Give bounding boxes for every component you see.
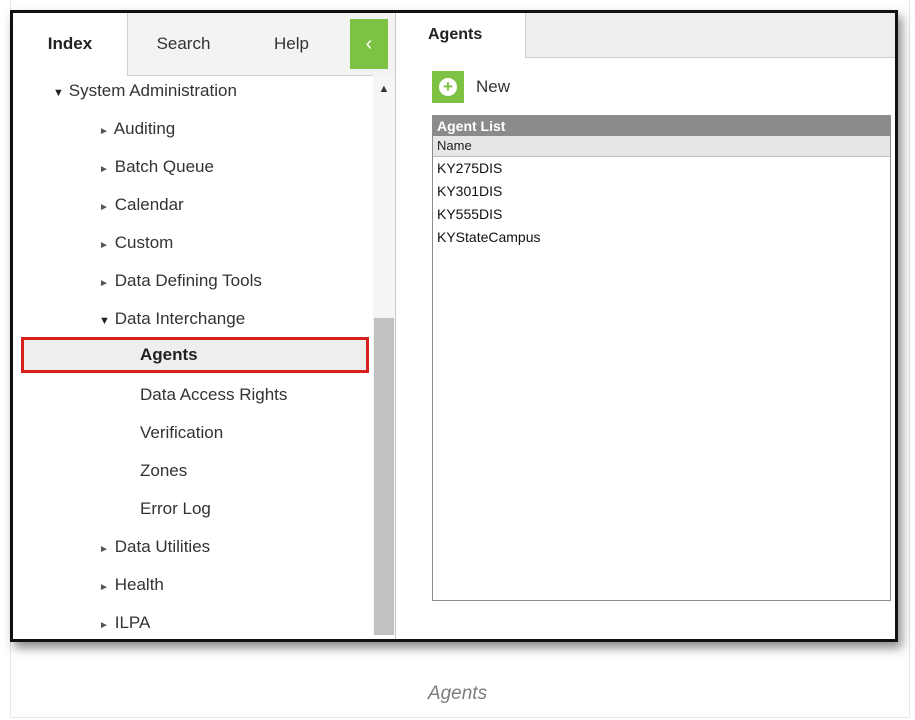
tree-item-zones[interactable]: Zones	[140, 458, 187, 484]
nav-tree: ▼ System Administration ► Auditing ► Bat…	[13, 75, 373, 635]
expanded-arrow-icon: ▼	[99, 315, 110, 327]
tree-item-label: Custom	[114, 233, 174, 252]
collapsed-arrow-icon: ►	[99, 582, 109, 593]
tree-item-label: System Administration	[68, 81, 237, 100]
column-header-name[interactable]: Name	[433, 136, 890, 157]
collapsed-arrow-icon: ►	[99, 544, 109, 555]
tree-item-custom[interactable]: ► Custom	[99, 230, 173, 256]
tree-item-label: Batch Queue	[114, 157, 214, 176]
table-row[interactable]: KY555DIS	[433, 203, 890, 226]
tree-item-data-utilities[interactable]: ► Data Utilities	[99, 534, 210, 560]
collapsed-arrow-icon: ►	[99, 202, 109, 213]
expanded-arrow-icon: ▼	[53, 87, 64, 99]
tree-item-label: Data Defining Tools	[114, 271, 262, 290]
nav-scrollbar[interactable]: ▲	[373, 75, 395, 635]
collapsed-arrow-icon: ►	[99, 240, 109, 251]
table-row[interactable]: KY301DIS	[433, 180, 890, 203]
content-panel: Agents + New Agent List Name KY275DIS KY…	[396, 13, 895, 639]
chevron-left-icon: ‹	[365, 33, 373, 55]
tab-help[interactable]: Help	[239, 13, 344, 75]
tree-root-system-administration[interactable]: ▼ System Administration	[53, 78, 237, 104]
tree-item-verification[interactable]: Verification	[140, 420, 223, 446]
tree-item-label: Calendar	[114, 195, 184, 214]
tree-item-data-interchange[interactable]: ▼ Data Interchange	[99, 306, 245, 332]
tree-item-agents[interactable]: Agents	[140, 342, 198, 368]
tree-item-label: Auditing	[113, 119, 176, 138]
scroll-up-arrow-icon[interactable]: ▲	[373, 83, 395, 95]
tree-item-label: Data Interchange	[114, 309, 246, 328]
tree-item-data-defining-tools[interactable]: ► Data Defining Tools	[99, 268, 262, 294]
collapsed-arrow-icon: ►	[99, 164, 109, 175]
tree-item-health[interactable]: ► Health	[99, 572, 164, 598]
tab-agents[interactable]: Agents	[396, 13, 526, 58]
nav-tab-bar: Index Search Help ‹	[13, 13, 395, 76]
collapse-panel-button[interactable]: ‹	[350, 19, 388, 69]
tree-item-ilpa[interactable]: ► ILPA	[99, 610, 150, 636]
image-caption: Agents	[427, 683, 488, 704]
left-nav-panel: Index Search Help ‹ ▼ System Administrat…	[13, 13, 396, 639]
content-tab-bar: Agents	[396, 13, 895, 58]
table-row[interactable]: KY275DIS	[433, 157, 890, 180]
tree-item-data-access-rights[interactable]: Data Access Rights	[140, 382, 287, 408]
add-icon: +	[432, 71, 464, 103]
tree-item-label: Data Utilities	[114, 537, 211, 556]
tree-item-auditing[interactable]: ► Auditing	[99, 116, 175, 142]
collapsed-arrow-icon: ►	[99, 620, 109, 631]
tree-item-label: ILPA	[114, 613, 151, 632]
tree-item-calendar[interactable]: ► Calendar	[99, 192, 184, 218]
tab-search[interactable]: Search	[131, 13, 236, 75]
screenshot-frame: Index Search Help ‹ ▼ System Administrat…	[10, 10, 898, 642]
table-row[interactable]: KYStateCampus	[433, 226, 890, 249]
collapsed-arrow-icon: ►	[99, 278, 109, 289]
tab-index[interactable]: Index	[13, 13, 128, 76]
tree-item-error-log[interactable]: Error Log	[140, 496, 211, 522]
scrollbar-thumb[interactable]	[374, 318, 394, 635]
agent-list-table: Agent List Name KY275DIS KY301DIS KY555D…	[432, 115, 891, 601]
tree-item-batch-queue[interactable]: ► Batch Queue	[99, 154, 214, 180]
tree-item-label: Health	[114, 575, 164, 594]
agent-list-title: Agent List	[433, 116, 890, 136]
new-button-label: New	[476, 77, 511, 96]
collapsed-arrow-icon: ►	[99, 126, 109, 137]
